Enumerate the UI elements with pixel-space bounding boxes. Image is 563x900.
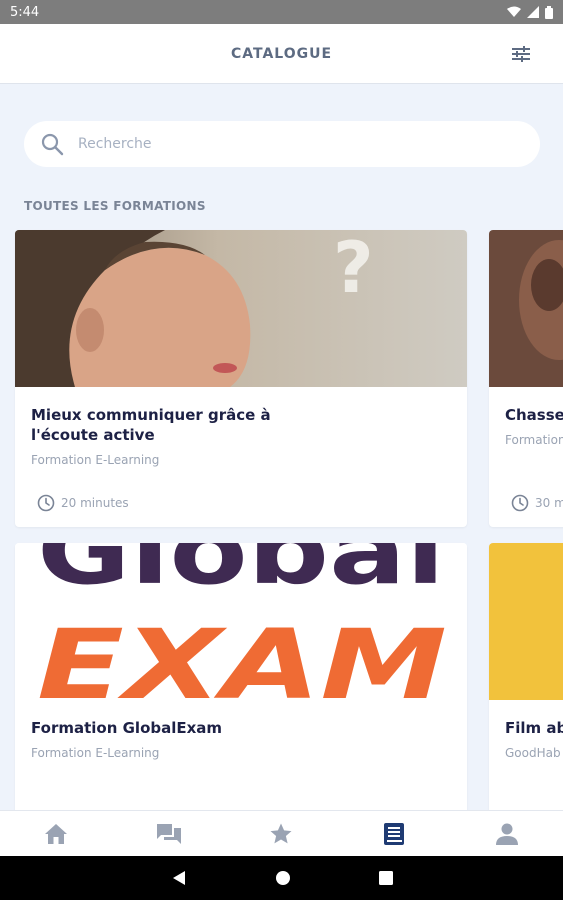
page-title: CATALOGUE	[230, 45, 333, 62]
course-image	[489, 230, 563, 387]
course-title: Mieux communiquer grâce à l'écoute activ…	[31, 406, 271, 444]
nav-catalogue[interactable]	[364, 811, 424, 857]
course-title: Formation GlobalExam	[31, 719, 223, 737]
search-icon	[41, 133, 64, 156]
nav-home[interactable]	[26, 811, 86, 857]
status-icons	[507, 5, 553, 19]
recents-icon[interactable]	[378, 871, 393, 885]
course-title: Film ab	[505, 719, 563, 737]
bottom-navigation	[0, 810, 563, 856]
course-duration: 30 m	[511, 494, 563, 512]
course-image: ?	[15, 230, 467, 387]
course-type: Formation	[505, 433, 563, 447]
course-card-body: Mieux communiquer grâce à l'écoute activ…	[15, 387, 467, 467]
chat-icon	[156, 823, 181, 844]
catalogue-content[interactable]: TOUTES LES FORMATIONS ?	[0, 85, 563, 810]
course-card-body: Film ab GoodHab	[489, 700, 563, 760]
course-image: Global EXAM	[15, 543, 467, 700]
course-duration: 20 minutes	[37, 494, 129, 512]
duration-text: 30 m	[535, 496, 563, 510]
course-card-body: Chasse Formation	[489, 387, 563, 447]
system-navigation-bar	[0, 856, 563, 900]
course-card[interactable]: Global EXAM Formation GlobalExam Formati…	[15, 543, 467, 810]
back-icon[interactable]	[171, 870, 187, 886]
course-title: Chasse	[505, 406, 563, 424]
app-header: CATALOGUE	[0, 24, 563, 84]
nav-profile[interactable]	[477, 811, 537, 857]
course-card[interactable]: Film ab GoodHab	[489, 543, 563, 810]
logo-text-exam: EXAM	[37, 609, 447, 700]
home-icon	[45, 823, 68, 844]
battery-icon	[545, 5, 553, 19]
search-input[interactable]	[78, 136, 478, 152]
course-type: GoodHab	[505, 746, 561, 760]
section-title: TOUTES LES FORMATIONS	[24, 199, 206, 213]
course-card[interactable]: ? Mieux communiquer grâce à l'écoute act…	[15, 230, 467, 527]
clock-icon	[37, 494, 55, 512]
person-icon	[495, 823, 518, 845]
home-circle-icon[interactable]	[275, 870, 291, 886]
duration-text: 20 minutes	[61, 496, 129, 510]
status-bar: 5:44	[0, 0, 563, 24]
status-time: 5:44	[10, 4, 40, 20]
course-card-body: Formation GlobalExam Formation E-Learnin…	[15, 700, 467, 760]
signal-icon	[527, 6, 539, 18]
clock-icon	[511, 494, 529, 512]
course-type: Formation E-Learning	[31, 453, 160, 467]
nav-chat[interactable]	[139, 811, 199, 857]
book-icon	[384, 822, 405, 845]
filter-button[interactable]	[509, 42, 533, 66]
course-image	[489, 543, 563, 700]
course-type: Formation E-Learning	[31, 746, 160, 760]
nav-favorites[interactable]	[251, 811, 311, 857]
svg-text:?: ?	[333, 230, 374, 309]
course-card[interactable]: Chasse Formation 30 m	[489, 230, 563, 527]
wifi-icon	[507, 6, 521, 17]
search-bar[interactable]	[24, 121, 540, 167]
logo-text-global: Global	[37, 543, 445, 605]
star-icon	[270, 823, 292, 843]
tune-icon	[512, 46, 530, 62]
